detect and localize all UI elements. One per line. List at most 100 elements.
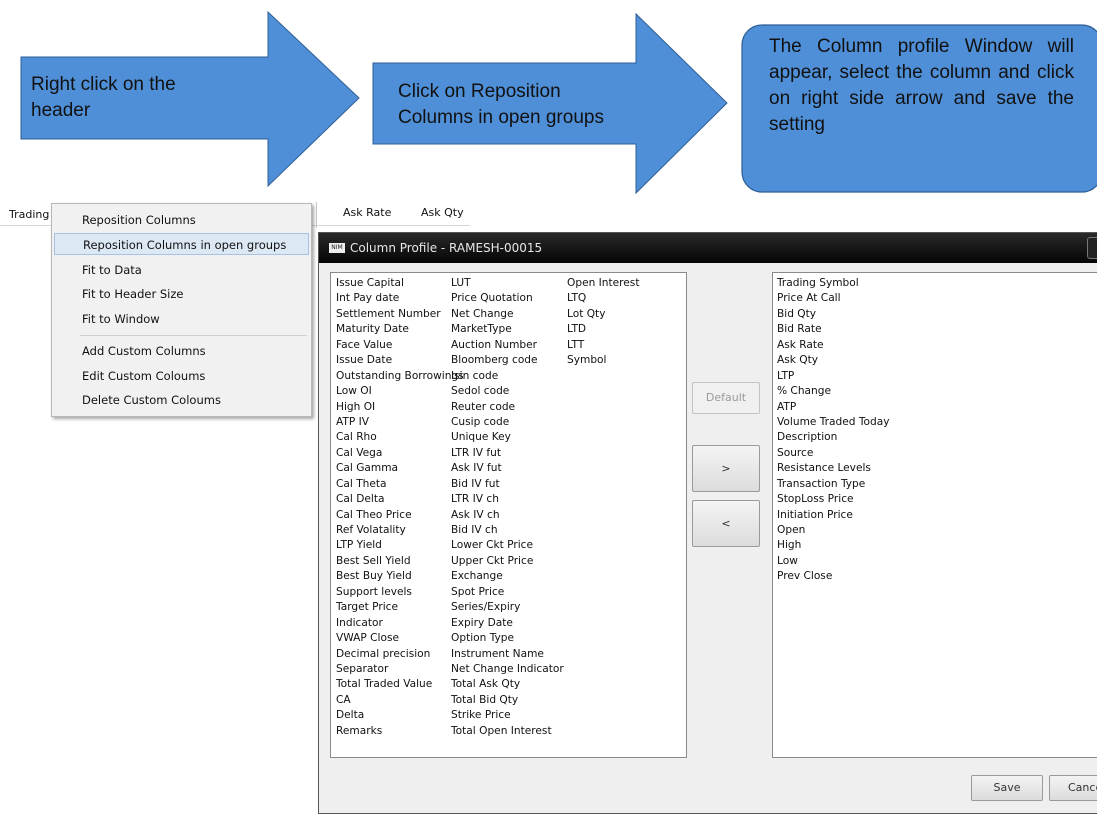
available-column-item[interactable]: Lower Ckt Price <box>451 538 564 553</box>
available-column-item[interactable]: Spot Price <box>451 585 564 600</box>
available-columns-list[interactable]: Issue Capital Int Pay date Settlement Numb… <box>330 272 687 758</box>
selected-column-item[interactable]: Low <box>777 554 890 569</box>
header-col-ask-qty[interactable]: Ask Qty <box>421 206 464 219</box>
available-column-item[interactable]: Total Traded Value <box>336 677 464 692</box>
available-column-item[interactable]: Bid IV ch <box>451 523 564 538</box>
selected-column-item[interactable]: Bid Rate <box>777 322 890 337</box>
available-column-item[interactable]: Total Ask Qty <box>451 677 564 692</box>
close-icon[interactable] <box>1087 237 1097 259</box>
available-column-item[interactable]: Auction Number <box>451 338 564 353</box>
available-column-item[interactable]: LTQ <box>567 291 640 306</box>
available-column-item[interactable]: Settlement Number <box>336 307 464 322</box>
available-column-item[interactable]: Instrument Name <box>451 647 564 662</box>
available-column-item[interactable]: Ask IV ch <box>451 508 564 523</box>
selected-column-item[interactable]: Source <box>777 446 890 461</box>
available-column-item[interactable]: Net Change Indicator <box>451 662 564 677</box>
available-column-item[interactable]: Cal Delta <box>336 492 464 507</box>
available-column-item[interactable]: Sedol code <box>451 384 564 399</box>
move-left-button[interactable]: < <box>692 500 760 547</box>
default-button[interactable]: Default <box>692 382 760 414</box>
selected-column-item[interactable]: Description <box>777 430 890 445</box>
selected-column-item[interactable]: Bid Qty <box>777 307 890 322</box>
available-column-item[interactable]: Int Pay date <box>336 291 464 306</box>
selected-column-item[interactable]: Trading Symbol <box>777 276 890 291</box>
selected-column-item[interactable]: % Change <box>777 384 890 399</box>
available-column-item[interactable]: Upper Ckt Price <box>451 554 564 569</box>
available-column-item[interactable]: Net Change <box>451 307 564 322</box>
available-column-item[interactable]: MarketType <box>451 322 564 337</box>
available-column-item[interactable]: Expiry Date <box>451 616 564 631</box>
selected-columns-list[interactable]: Trading Symbol Price At Call Bid Qty Bid Ra… <box>772 272 1097 758</box>
available-column-item[interactable]: Best Buy Yield <box>336 569 464 584</box>
selected-column-item[interactable]: StopLoss Price <box>777 492 890 507</box>
available-column-item[interactable]: Cal Rho <box>336 430 464 445</box>
selected-column-item[interactable]: Resistance Levels <box>777 461 890 476</box>
available-column-item[interactable]: Remarks <box>336 724 464 739</box>
available-column-item[interactable]: LTR IV ch <box>451 492 564 507</box>
available-column-item[interactable]: Issue Date <box>336 353 464 368</box>
selected-column-item[interactable]: Transaction Type <box>777 477 890 492</box>
available-column-item[interactable]: Issue Capital <box>336 276 464 291</box>
available-column-item[interactable]: Ask IV fut <box>451 461 564 476</box>
header-col-trading[interactable]: Trading <box>9 208 49 221</box>
selected-column-item[interactable]: Volume Traded Today <box>777 415 890 430</box>
available-column-item[interactable]: Exchange <box>451 569 564 584</box>
available-column-item[interactable]: LTD <box>567 322 640 337</box>
available-column-item[interactable]: Delta <box>336 708 464 723</box>
available-column-item[interactable]: Bid IV fut <box>451 477 564 492</box>
selected-column-item[interactable]: Ask Rate <box>777 338 890 353</box>
available-column-item[interactable]: Total Bid Qty <box>451 693 564 708</box>
available-column-item[interactable]: Cusip code <box>451 415 564 430</box>
available-column-item[interactable]: Ref Volatality <box>336 523 464 538</box>
available-column-item[interactable]: Total Open Interest <box>451 724 564 739</box>
selected-column-item[interactable]: Initiation Price <box>777 508 890 523</box>
available-column-item[interactable]: CA <box>336 693 464 708</box>
selected-column-item[interactable]: High <box>777 538 890 553</box>
header-col-ask-rate[interactable]: Ask Rate <box>343 206 391 219</box>
available-column-item[interactable]: Outstanding Borrowings <box>336 369 464 384</box>
available-column-item[interactable]: Face Value <box>336 338 464 353</box>
available-column-item[interactable]: Symbol <box>567 353 640 368</box>
available-column-item[interactable]: Cal Theo Price <box>336 508 464 523</box>
available-column-item[interactable]: Cal Vega <box>336 446 464 461</box>
available-column-item[interactable]: Target Price <box>336 600 464 615</box>
available-column-item[interactable]: LTT <box>567 338 640 353</box>
available-column-item[interactable]: Separator <box>336 662 464 677</box>
available-column-item[interactable]: Decimal precision <box>336 647 464 662</box>
save-button[interactable]: Save <box>971 775 1043 801</box>
available-column-item[interactable]: LUT <box>451 276 564 291</box>
menu-item-fit-to-data[interactable]: Fit to Data <box>54 259 309 281</box>
available-column-item[interactable]: LTR IV fut <box>451 446 564 461</box>
available-column-item[interactable]: Reuter code <box>451 400 564 415</box>
available-column-item[interactable]: Option Type <box>451 631 564 646</box>
available-column-item[interactable]: Unique Key <box>451 430 564 445</box>
available-column-item[interactable]: Cal Theta <box>336 477 464 492</box>
available-column-item[interactable]: Cal Gamma <box>336 461 464 476</box>
selected-column-item[interactable]: Open <box>777 523 890 538</box>
available-column-item[interactable]: Bloomberg code <box>451 353 564 368</box>
menu-item-edit-custom-columns[interactable]: Edit Custom Coloums <box>54 365 309 387</box>
selected-column-item[interactable]: Ask Qty <box>777 353 890 368</box>
selected-column-item[interactable]: ATP <box>777 400 890 415</box>
cancel-button[interactable]: Cance <box>1049 775 1097 801</box>
menu-item-fit-to-window[interactable]: Fit to Window <box>54 308 309 330</box>
available-column-item[interactable]: Indicator <box>336 616 464 631</box>
available-column-item[interactable]: Open Interest <box>567 276 640 291</box>
available-column-item[interactable]: Maturity Date <box>336 322 464 337</box>
available-column-item[interactable]: Best Sell Yield <box>336 554 464 569</box>
available-column-item[interactable]: Strike Price <box>451 708 564 723</box>
available-column-item[interactable]: Price Quotation <box>451 291 564 306</box>
menu-item-reposition-columns[interactable]: Reposition Columns <box>54 209 309 231</box>
available-column-item[interactable]: High OI <box>336 400 464 415</box>
available-column-item[interactable]: Isin code <box>451 369 564 384</box>
available-column-item[interactable]: Series/Expiry <box>451 600 564 615</box>
available-column-item[interactable]: Support levels <box>336 585 464 600</box>
available-column-item[interactable]: VWAP Close <box>336 631 464 646</box>
available-column-item[interactable]: LTP Yield <box>336 538 464 553</box>
available-column-item[interactable]: ATP IV <box>336 415 464 430</box>
menu-item-reposition-columns-open-groups[interactable]: Reposition Columns in open groups <box>54 233 309 255</box>
selected-column-item[interactable]: Price At Call <box>777 291 890 306</box>
menu-item-delete-custom-columns[interactable]: Delete Custom Coloums <box>54 389 309 411</box>
menu-item-fit-to-header-size[interactable]: Fit to Header Size <box>54 283 309 305</box>
selected-column-item[interactable]: LTP <box>777 369 890 384</box>
